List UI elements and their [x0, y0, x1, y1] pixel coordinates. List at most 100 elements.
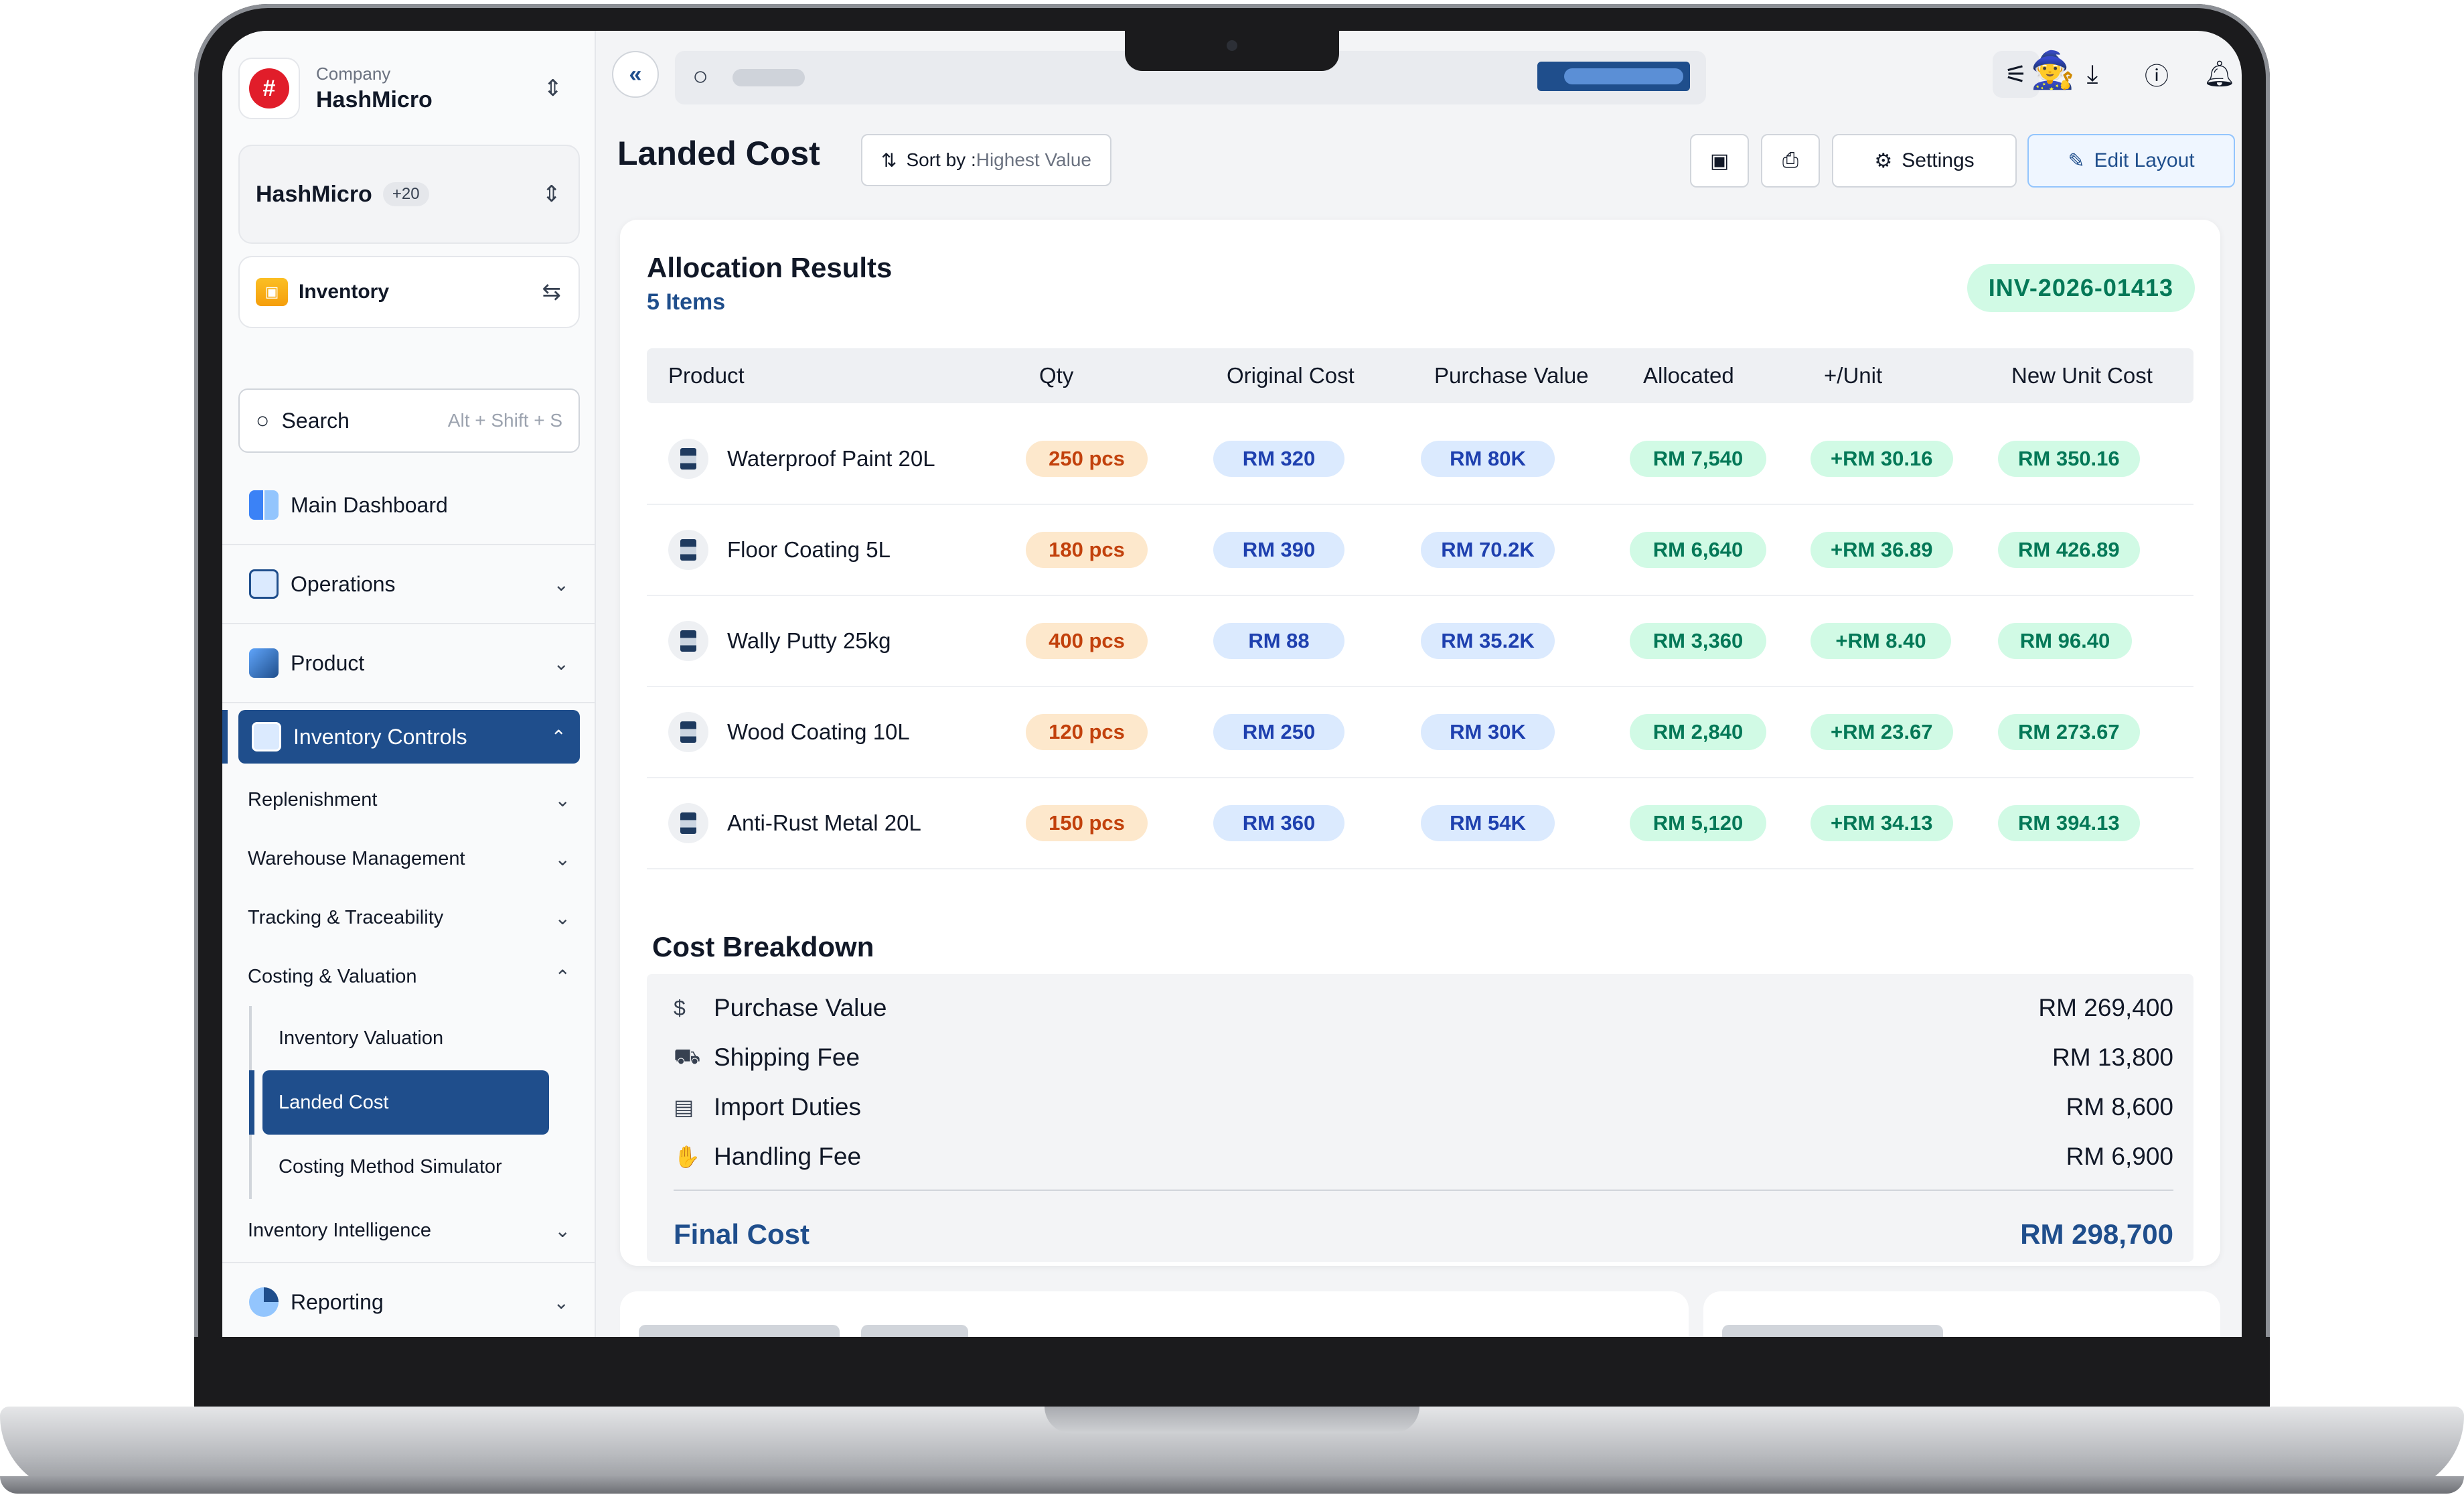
sort-label: Sort by :: [906, 149, 976, 170]
sidebar-item-landed-cost[interactable]: Landed Cost: [249, 1070, 549, 1135]
table-row[interactable]: Floor Coating 5L 180 pcs RM 390 RM 70.2K RM …: [647, 505, 2193, 596]
purchase-value-pill: RM 30K: [1421, 714, 1555, 750]
original-cost-pill: RM 88: [1213, 623, 1344, 659]
chevron-down-icon: ⌄: [554, 1220, 570, 1241]
allocated-pill: RM 5,120: [1630, 805, 1766, 841]
product-thumbnail: [668, 621, 708, 661]
table-row[interactable]: Anti-Rust Metal 20L 150 pcs RM 360 RM 54K RM…: [647, 778, 2193, 869]
search-icon: ○: [692, 62, 709, 91]
download-icon[interactable]: ⤓: [2069, 51, 2116, 98]
chevron-up-icon: ⌃: [554, 966, 570, 987]
purchase-value-pill: RM 70.2K: [1421, 532, 1555, 568]
chevron-down-icon: ⌄: [553, 573, 569, 595]
sort-icon: ⇅: [881, 149, 897, 171]
sidebar-search-input[interactable]: ○ Search Alt + Shift + S: [238, 388, 580, 453]
chevron-down-icon: ⌄: [554, 848, 570, 869]
inventory-controls-icon: [252, 722, 281, 751]
new-unit-cost-pill: RM 96.40: [1998, 623, 2132, 659]
sidebar: # Company HashMicro ⇕ HashMicro +20 ⇕ ▣ …: [222, 31, 596, 1337]
settings-button[interactable]: ⚙ Settings: [1832, 134, 2017, 188]
new-unit-cost-pill: RM 273.67: [1998, 714, 2140, 750]
sidebar-item-warehouse-management[interactable]: Warehouse Management ⌄: [222, 829, 596, 888]
laptop-frame: # Company HashMicro ⇕ HashMicro +20 ⇕ ▣ …: [0, 0, 2464, 1505]
placeholder-bar: [639, 1325, 840, 1337]
workspace-switcher[interactable]: HashMicro +20 ⇕: [238, 145, 580, 244]
page-title: Landed Cost: [617, 135, 820, 172]
breakdown-row: $ Purchase Value RM 269,400: [674, 994, 2173, 1021]
company-label: Company: [316, 64, 391, 84]
sidebar-item-costing-method-simulator[interactable]: Costing Method Simulator: [252, 1135, 596, 1199]
table-row[interactable]: Wood Coating 10L 120 pcs RM 250 RM 30K RM 2,…: [647, 687, 2193, 778]
divider: [674, 1190, 2173, 1191]
printer-icon: ⎙: [1782, 149, 1798, 171]
per-unit-pill: +RM 34.13: [1811, 805, 1953, 841]
sidebar-item-tracking[interactable]: Tracking & Traceability ⌄: [222, 888, 596, 947]
edit-layout-button[interactable]: ✎ Edit Layout: [2027, 134, 2235, 188]
final-cost-value: RM 298,700: [2020, 1218, 2173, 1250]
purchase-value-pill: RM 80K: [1421, 441, 1555, 477]
warehouse-icon: [249, 569, 279, 599]
sidebar-item-inventory-valuation[interactable]: Inventory Valuation: [252, 1006, 596, 1070]
chevron-updown-icon: ⇕: [542, 182, 562, 207]
col-new-unit-cost: New Unit Cost: [2011, 363, 2153, 388]
sort-dropdown[interactable]: ⇅ Sort by : Highest Value: [861, 134, 1111, 186]
module-switcher[interactable]: ▣ Inventory ⇆: [238, 256, 580, 328]
product-thumbnail: [668, 439, 708, 479]
breakdown-row: ⛟ Shipping Fee RM 13,800: [674, 1044, 2173, 1071]
company-switcher[interactable]: # Company HashMicro ⇕: [238, 56, 580, 121]
sort-value: Highest Value: [976, 149, 1091, 170]
purchase-value-pill: RM 35.2K: [1421, 623, 1555, 659]
workspace-count-badge: +20: [382, 182, 429, 206]
filter-chip[interactable]: [1537, 62, 1690, 91]
camera-icon: [1227, 40, 1237, 51]
col-qty: Qty: [1039, 363, 1074, 388]
qty-pill: 150 pcs: [1026, 805, 1148, 841]
purchase-value-pill: RM 54K: [1421, 805, 1555, 841]
pencil-icon: ✎: [2068, 149, 2085, 172]
product-name: Wood Coating 10L: [727, 719, 910, 744]
sidebar-item-main-dashboard[interactable]: Main Dashboard: [222, 466, 596, 545]
collapse-sidebar-button[interactable]: «: [612, 51, 659, 98]
costing-submenu: Inventory Valuation Landed Cost Costing …: [249, 1006, 596, 1199]
sidebar-item-costing[interactable]: Costing & Valuation ⌃: [222, 947, 596, 1006]
camera-notch: [1125, 31, 1339, 71]
swap-icon[interactable]: ⇆: [542, 279, 562, 305]
present-button[interactable]: ▣: [1690, 134, 1749, 188]
sidebar-item-inventory-intelligence[interactable]: Inventory Intelligence ⌄: [222, 1199, 596, 1263]
sidebar-item-operations[interactable]: Operations ⌄: [222, 545, 596, 624]
sidebar-item-reporting[interactable]: Reporting ⌄: [222, 1263, 596, 1337]
product-thumbnail: [668, 712, 708, 752]
allocated-pill: RM 3,360: [1630, 623, 1766, 659]
chevron-down-icon: ⌄: [553, 1291, 569, 1313]
allocated-pill: RM 6,640: [1630, 532, 1766, 568]
truck-icon: ⛟: [674, 1044, 701, 1068]
page-header: Landed Cost ⇅ Sort by : Highest Value ▣ …: [596, 118, 2242, 205]
sidebar-item-replenishment[interactable]: Replenishment ⌄: [222, 770, 596, 829]
per-unit-pill: +RM 8.40: [1811, 623, 1951, 659]
dollar-circle-icon: $: [674, 995, 686, 1020]
per-unit-pill: +RM 36.89: [1811, 532, 1953, 568]
help-icon[interactable]: ⓘ: [2133, 51, 2180, 98]
chevron-up-icon: ⌃: [550, 726, 566, 747]
gear-icon: ⚙: [1874, 149, 1893, 172]
breakdown-box: $ Purchase Value RM 269,400 ⛟ Shipping F…: [647, 974, 2193, 1262]
per-unit-pill: +RM 30.16: [1811, 441, 1953, 477]
breakdown-title: Cost Breakdown: [652, 931, 874, 962]
print-button[interactable]: ⎙: [1761, 134, 1820, 188]
document-icon: ▤: [674, 1095, 694, 1119]
table-row[interactable]: Waterproof Paint 20L 250 pcs RM 320 RM 80K R…: [647, 414, 2193, 505]
table-row[interactable]: Wally Putty 25kg 400 pcs RM 88 RM 35.2K RM 3…: [647, 596, 2193, 687]
laptop-base: [0, 1407, 2464, 1494]
allocated-pill: RM 2,840: [1630, 714, 1766, 750]
allocation-title: Allocation Results: [647, 252, 893, 283]
sidebar-item-product[interactable]: Product ⌄: [222, 624, 596, 703]
sidebar-item-inventory-controls[interactable]: Inventory Controls ⌃: [222, 710, 580, 764]
box-icon: [249, 648, 279, 678]
qty-pill: 250 pcs: [1026, 441, 1148, 477]
inventory-icon: ▣: [256, 278, 288, 306]
placeholder-bar: [1722, 1325, 1943, 1337]
col-product: Product: [668, 363, 745, 388]
bell-icon[interactable]: 🔔︎: [2196, 51, 2242, 98]
original-cost-pill: RM 390: [1213, 532, 1344, 568]
search-label: Search: [281, 408, 350, 433]
